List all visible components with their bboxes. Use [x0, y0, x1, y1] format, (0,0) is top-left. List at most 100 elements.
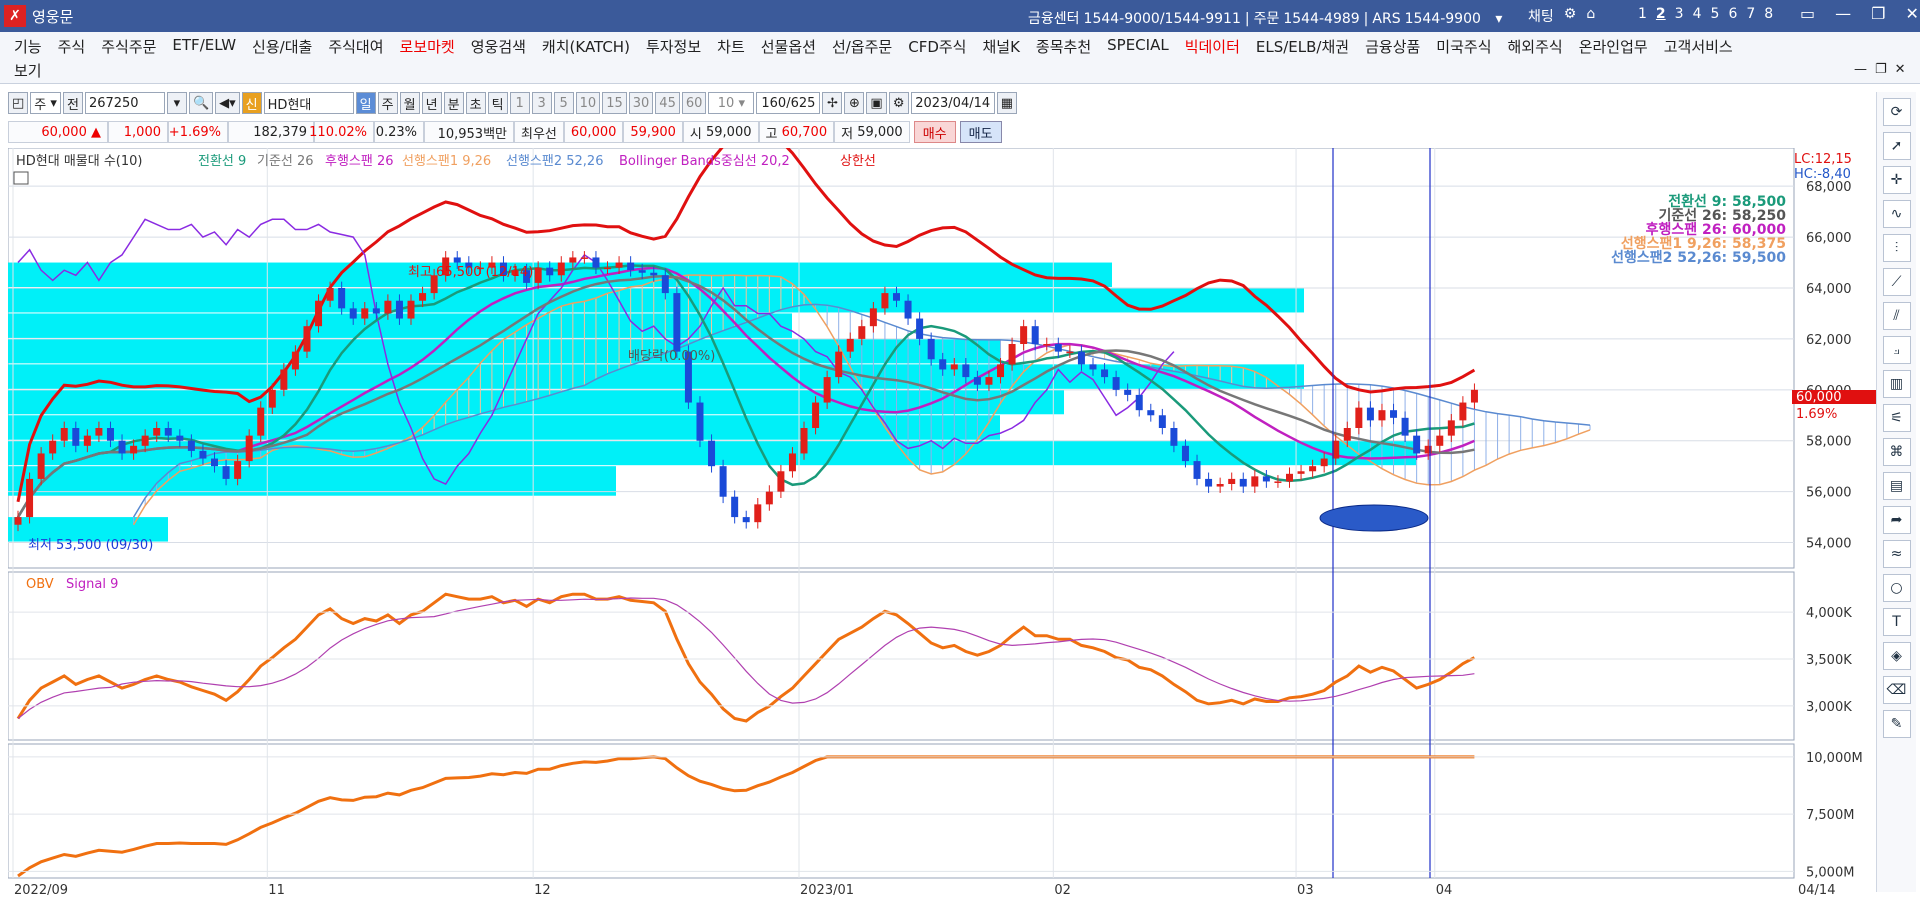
menu-item-14[interactable]: 채널K	[982, 36, 1019, 57]
refresh-icon[interactable]: ⟳	[1882, 98, 1911, 126]
search-icon[interactable]: 🔍	[188, 92, 214, 114]
menu-item-12[interactable]: 선/옵주문	[832, 36, 892, 57]
screen-8[interactable]: 8	[1764, 6, 1773, 22]
gear-icon[interactable]: ⚙	[888, 92, 909, 114]
prefix-button[interactable]: 전	[62, 92, 83, 114]
menu-item-1[interactable]: 주식	[58, 36, 86, 57]
interval-60[interactable]: 60	[681, 92, 707, 114]
center-info-dropdown-icon[interactable]: ▾	[1495, 11, 1502, 27]
interval-10[interactable]: 10	[575, 92, 601, 114]
menu-item-23[interactable]: 고객서비스	[1664, 36, 1733, 57]
home-icon[interactable]: ⌂	[1586, 6, 1595, 26]
screen-5[interactable]: 5	[1711, 6, 1720, 22]
fibonacci-icon[interactable]: ⚟	[1882, 404, 1911, 432]
interval-30[interactable]: 30	[628, 92, 654, 114]
sell-button[interactable]: 매도	[959, 121, 1002, 143]
menu-item-9[interactable]: 투자정보	[646, 36, 701, 57]
period-month[interactable]: 월	[399, 92, 420, 114]
menu-item-10[interactable]: 차트	[717, 36, 745, 57]
menu-item-2[interactable]: 주식주문	[101, 36, 156, 57]
screen-2[interactable]: 2	[1656, 6, 1666, 22]
menu-item-13[interactable]: CFD주식	[908, 36, 966, 57]
box-icon[interactable]: ▤	[1882, 472, 1911, 500]
interval-15[interactable]: 15	[602, 92, 627, 114]
child-restore-icon[interactable]: ❐	[1875, 62, 1887, 77]
period-day[interactable]: 일	[355, 92, 376, 114]
arrow-tool-icon[interactable]: ➦	[1882, 506, 1911, 534]
stock-chart-svg[interactable]: 68,000 66,000 64,000 62,000 60,000 58,000 56,0…	[7, 126, 1876, 901]
menu-item-20[interactable]: 미국주식	[1436, 36, 1491, 57]
menu-view-item[interactable]: 보기	[14, 60, 42, 81]
period-minute[interactable]: 분	[443, 92, 464, 114]
menu-item-8[interactable]: 캐치(KATCH)	[542, 36, 630, 57]
hc-label: HC:-8,40	[1794, 167, 1851, 182]
menu-item-22[interactable]: 온라인업무	[1579, 36, 1648, 57]
chat-button[interactable]: 채팅	[1528, 6, 1554, 26]
menu-item-15[interactable]: 종목추천	[1036, 36, 1091, 57]
menu-item-16[interactable]: SPECIAL	[1107, 36, 1169, 57]
chart-area[interactable]: 68,000 66,000 64,000 62,000 60,000 58,000 56,0…	[7, 126, 1876, 901]
zoom-icon[interactable]: ⊕	[844, 92, 865, 114]
menu-item-18[interactable]: ELS/ELB/채권	[1256, 36, 1349, 57]
period-tick[interactable]: 틱	[487, 92, 508, 114]
menu-item-5[interactable]: 주식대여	[328, 36, 383, 57]
menu-item-0[interactable]: 기능	[14, 36, 42, 57]
menu-item-4[interactable]: 신용/대출	[252, 36, 312, 57]
save-icon[interactable]: ▣	[866, 92, 887, 114]
close-icon[interactable]: ✕	[1905, 4, 1918, 23]
child-close-icon[interactable]: ✕	[1895, 62, 1906, 77]
menu-item-7[interactable]: 영웅검색	[471, 36, 526, 57]
restore-icon[interactable]: ❐	[1871, 4, 1885, 23]
minimize-icon[interactable]: —	[1835, 4, 1851, 23]
eraser-icon[interactable]: ⌫	[1882, 676, 1911, 704]
buy-button[interactable]: 매수	[913, 121, 956, 143]
wave-icon[interactable]: ≈	[1882, 540, 1911, 568]
crosshair-icon[interactable]: ✢	[822, 92, 843, 114]
speaker-icon[interactable]: ◀▾	[215, 92, 240, 114]
screen-3[interactable]: 3	[1675, 6, 1684, 22]
menu-item-17[interactable]: 빅데이터	[1185, 36, 1240, 57]
shapes-icon[interactable]: ◈	[1882, 642, 1911, 670]
period-second[interactable]: 초	[465, 92, 486, 114]
channel-icon[interactable]: ⫽	[1882, 302, 1911, 330]
period-year[interactable]: 년	[421, 92, 442, 114]
menu-item-6[interactable]: 로보마켓	[400, 36, 455, 57]
screen-1[interactable]: 1	[1638, 6, 1647, 22]
crosshair-tool-icon[interactable]: ✛	[1882, 166, 1911, 194]
interval-1[interactable]: 1	[509, 92, 530, 114]
interval-45[interactable]: 45	[655, 92, 680, 114]
menu-item-11[interactable]: 선물옵션	[761, 36, 816, 57]
circle-icon[interactable]: ○	[1882, 574, 1911, 602]
interval-select[interactable]: 10 ▾	[708, 92, 755, 114]
code-dropdown-icon[interactable]: ▾	[166, 92, 187, 114]
fan-icon[interactable]: ⟓	[1882, 336, 1911, 364]
line-tool-icon[interactable]: ∿	[1882, 200, 1911, 228]
period-week[interactable]: 주	[377, 92, 398, 114]
child-minimize-icon[interactable]: —	[1854, 62, 1867, 77]
mode-select[interactable]: 주 ▾	[30, 92, 61, 114]
candle-body	[49, 440, 57, 454]
pattern-icon[interactable]: ⌘	[1882, 438, 1911, 466]
vertical-line-icon[interactable]: ⫶	[1882, 234, 1911, 262]
text-tool-icon[interactable]: T	[1882, 608, 1911, 636]
layout-icon[interactable]: ◰	[8, 92, 29, 114]
stock-code-input[interactable]: 267250	[84, 92, 165, 114]
grid-tool-icon[interactable]: ▥	[1882, 370, 1911, 398]
menu-item-19[interactable]: 금융상품	[1365, 36, 1420, 57]
interval-5[interactable]: 5	[553, 92, 574, 114]
interval-3[interactable]: 3	[531, 92, 552, 114]
screen-7[interactable]: 7	[1746, 6, 1755, 22]
date-input[interactable]: 2023/04/14	[910, 92, 995, 114]
pen-icon[interactable]: ✎	[1882, 710, 1911, 738]
settings-icon[interactable]: ⚙	[1564, 6, 1577, 26]
menu-item-21[interactable]: 해외주식	[1508, 36, 1563, 57]
screen-6[interactable]: 6	[1728, 6, 1737, 22]
trendline-icon[interactable]: ⟋	[1882, 268, 1911, 296]
menu-item-3[interactable]: ETF/ELW	[172, 36, 236, 57]
monitor-icon[interactable]: ▭	[1800, 4, 1815, 23]
cursor-icon[interactable]: ➚	[1882, 132, 1911, 160]
candle-body	[858, 326, 866, 339]
data-count[interactable]: 160/625	[756, 92, 821, 114]
calendar-icon[interactable]: ▦	[996, 92, 1017, 114]
screen-4[interactable]: 4	[1693, 6, 1702, 22]
